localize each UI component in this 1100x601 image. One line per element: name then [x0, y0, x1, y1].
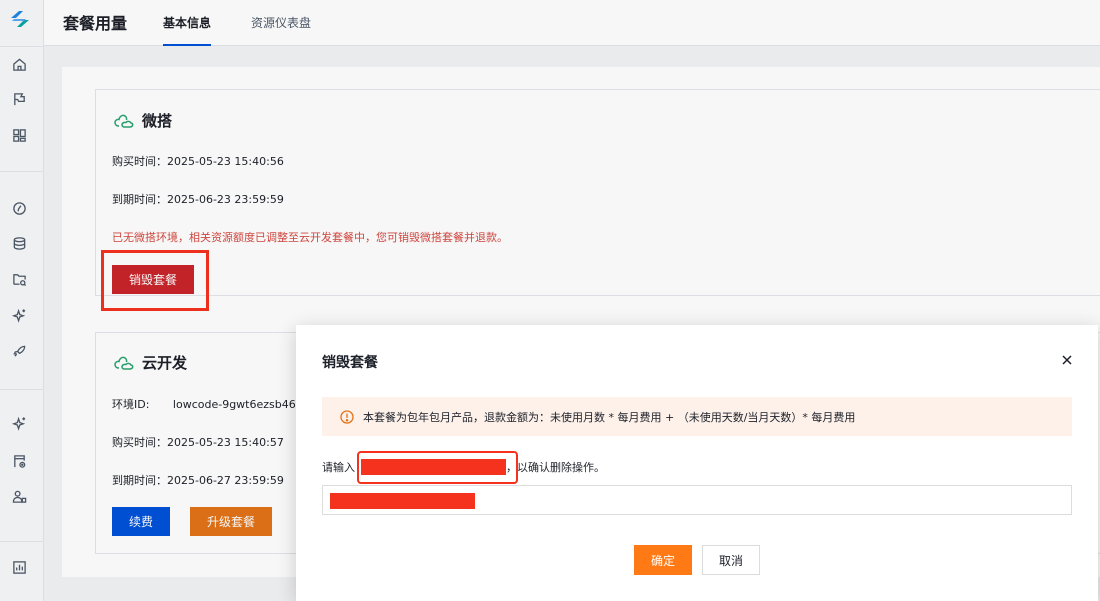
- destroy-package-dialog: 销毁套餐 本套餐为包年包月产品，退款金额为：未使用月数 * 每月费用 + （未使…: [296, 325, 1098, 601]
- prompt-prefix: 请输入: [322, 461, 355, 474]
- warning-circle-icon: [340, 409, 354, 424]
- highlight-box: [357, 451, 518, 484]
- confirm-input[interactable]: [322, 485, 1072, 515]
- refund-notice: 本套餐为包年包月产品，退款金额为：未使用月数 * 每月费用 + （未使用天数/当…: [322, 397, 1072, 436]
- confirm-button[interactable]: 确定: [634, 545, 692, 575]
- cancel-button[interactable]: 取消: [702, 545, 760, 575]
- prompt-suffix: ，以确认删除操作。: [506, 461, 605, 474]
- redacted-input-value: [330, 493, 475, 509]
- notice-text: 本套餐为包年包月产品，退款金额为：未使用月数 * 每月费用 + （未使用天数/当…: [363, 410, 856, 424]
- dialog-title: 销毁套餐: [322, 355, 378, 371]
- close-icon[interactable]: [1060, 353, 1074, 367]
